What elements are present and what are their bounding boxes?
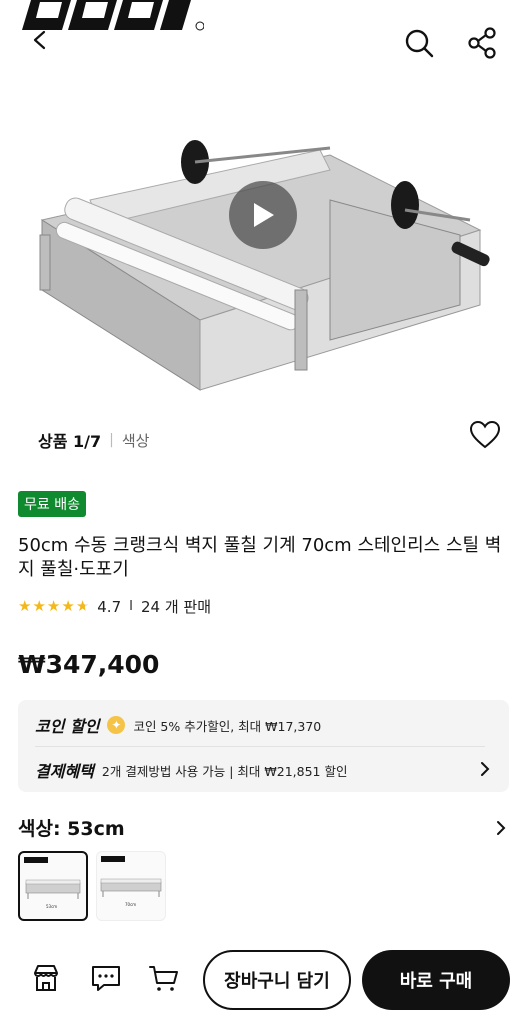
chevron-left-icon — [33, 30, 46, 50]
sold-count: 24 개 판매 — [140, 598, 211, 616]
top-bar — [0, 0, 527, 80]
coin-discount-row: 코인 할인 ✦ 코인 5% 추가할인, 최대 ₩17,370 — [35, 713, 321, 737]
color-option-label: 색상: 53cm — [18, 818, 125, 840]
payment-benefit-title: 결제혜택 — [35, 762, 94, 781]
buy-now-button[interactable]: 바로 구매 — [362, 950, 510, 1010]
promo-box[interactable]: 코인 할인 ✦ 코인 5% 추가할인, 최대 ₩17,370 결제혜택 2개 결… — [18, 700, 509, 792]
cart-button[interactable] — [148, 962, 180, 994]
store-icon — [34, 965, 58, 991]
bottom-action-bar: 장바구니 담기 바로 구매 — [0, 940, 527, 1024]
chat-icon — [92, 966, 120, 991]
search-button[interactable] — [402, 26, 436, 60]
promo-divider — [35, 746, 485, 747]
wishlist-button[interactable] — [468, 418, 502, 452]
thumb-label: 53cm — [46, 904, 57, 909]
color-link[interactable]: 색상 — [122, 430, 150, 451]
play-video-button[interactable] — [229, 181, 297, 249]
star-icon: ★ — [46, 597, 61, 615]
rating-stars: ★ ★ ★ ★ ★ — [18, 599, 89, 614]
star-icon: ★ — [61, 597, 75, 615]
heart-icon — [469, 420, 501, 449]
coin-icon: ✦ — [107, 716, 126, 734]
color-option-row[interactable]: 색상: 53cm — [18, 814, 509, 841]
color-thumb-70cm[interactable]: 70cm — [96, 851, 166, 921]
half-star-icon: ★ — [75, 597, 90, 615]
share-button[interactable] — [466, 26, 500, 60]
thumb-image: 70cm — [100, 856, 162, 907]
cart-icon — [149, 966, 178, 991]
counter-separator: | — [109, 432, 114, 448]
thumb-image: 53cm — [24, 857, 81, 909]
payment-benefit-text: 2개 결제방법 사용 가능 | 최대 ₩21,851 할인 — [101, 763, 348, 779]
color-thumb-53cm[interactable]: 53cm — [18, 851, 88, 921]
free-shipping-badge: 무료 배송 — [18, 491, 86, 517]
rating-separator: I — [129, 599, 133, 614]
image-counter: 상품 1/7 | 색상 — [38, 428, 149, 452]
rating-row[interactable]: ★ ★ ★ ★ ★ 4.7 I 24 개 판매 — [18, 596, 211, 617]
color-thumbnails: 53cm 70cm — [18, 851, 166, 921]
rating-value: 4.7 — [97, 597, 122, 616]
chat-button[interactable] — [90, 962, 122, 994]
play-icon — [254, 203, 274, 227]
product-price: ₩347,400 — [18, 650, 160, 679]
search-icon — [405, 29, 434, 58]
chevron-right-icon — [481, 762, 490, 776]
add-to-cart-button[interactable]: 장바구니 담기 — [203, 950, 351, 1010]
store-button[interactable] — [30, 962, 62, 994]
image-counter-label: 상품 1/7 — [38, 432, 102, 451]
star-icon: ★ — [32, 597, 46, 615]
share-icon — [468, 27, 496, 59]
back-button[interactable] — [26, 26, 54, 54]
coin-discount-title: 코인 할인 — [35, 717, 100, 736]
chevron-right-icon — [497, 820, 506, 835]
star-icon: ★ — [18, 597, 32, 615]
payment-benefit-row[interactable]: 결제혜택 2개 결제방법 사용 가능 | 최대 ₩21,851 할인 — [35, 758, 347, 782]
thumb-label: 70cm — [125, 902, 136, 907]
coin-discount-text: 코인 5% 추가할인, 최대 ₩17,370 — [133, 718, 322, 734]
product-title: 50cm 수동 크랭크식 벽지 풀칠 기계 70cm 스테인리스 스틸 벽지 풀… — [18, 535, 502, 580]
